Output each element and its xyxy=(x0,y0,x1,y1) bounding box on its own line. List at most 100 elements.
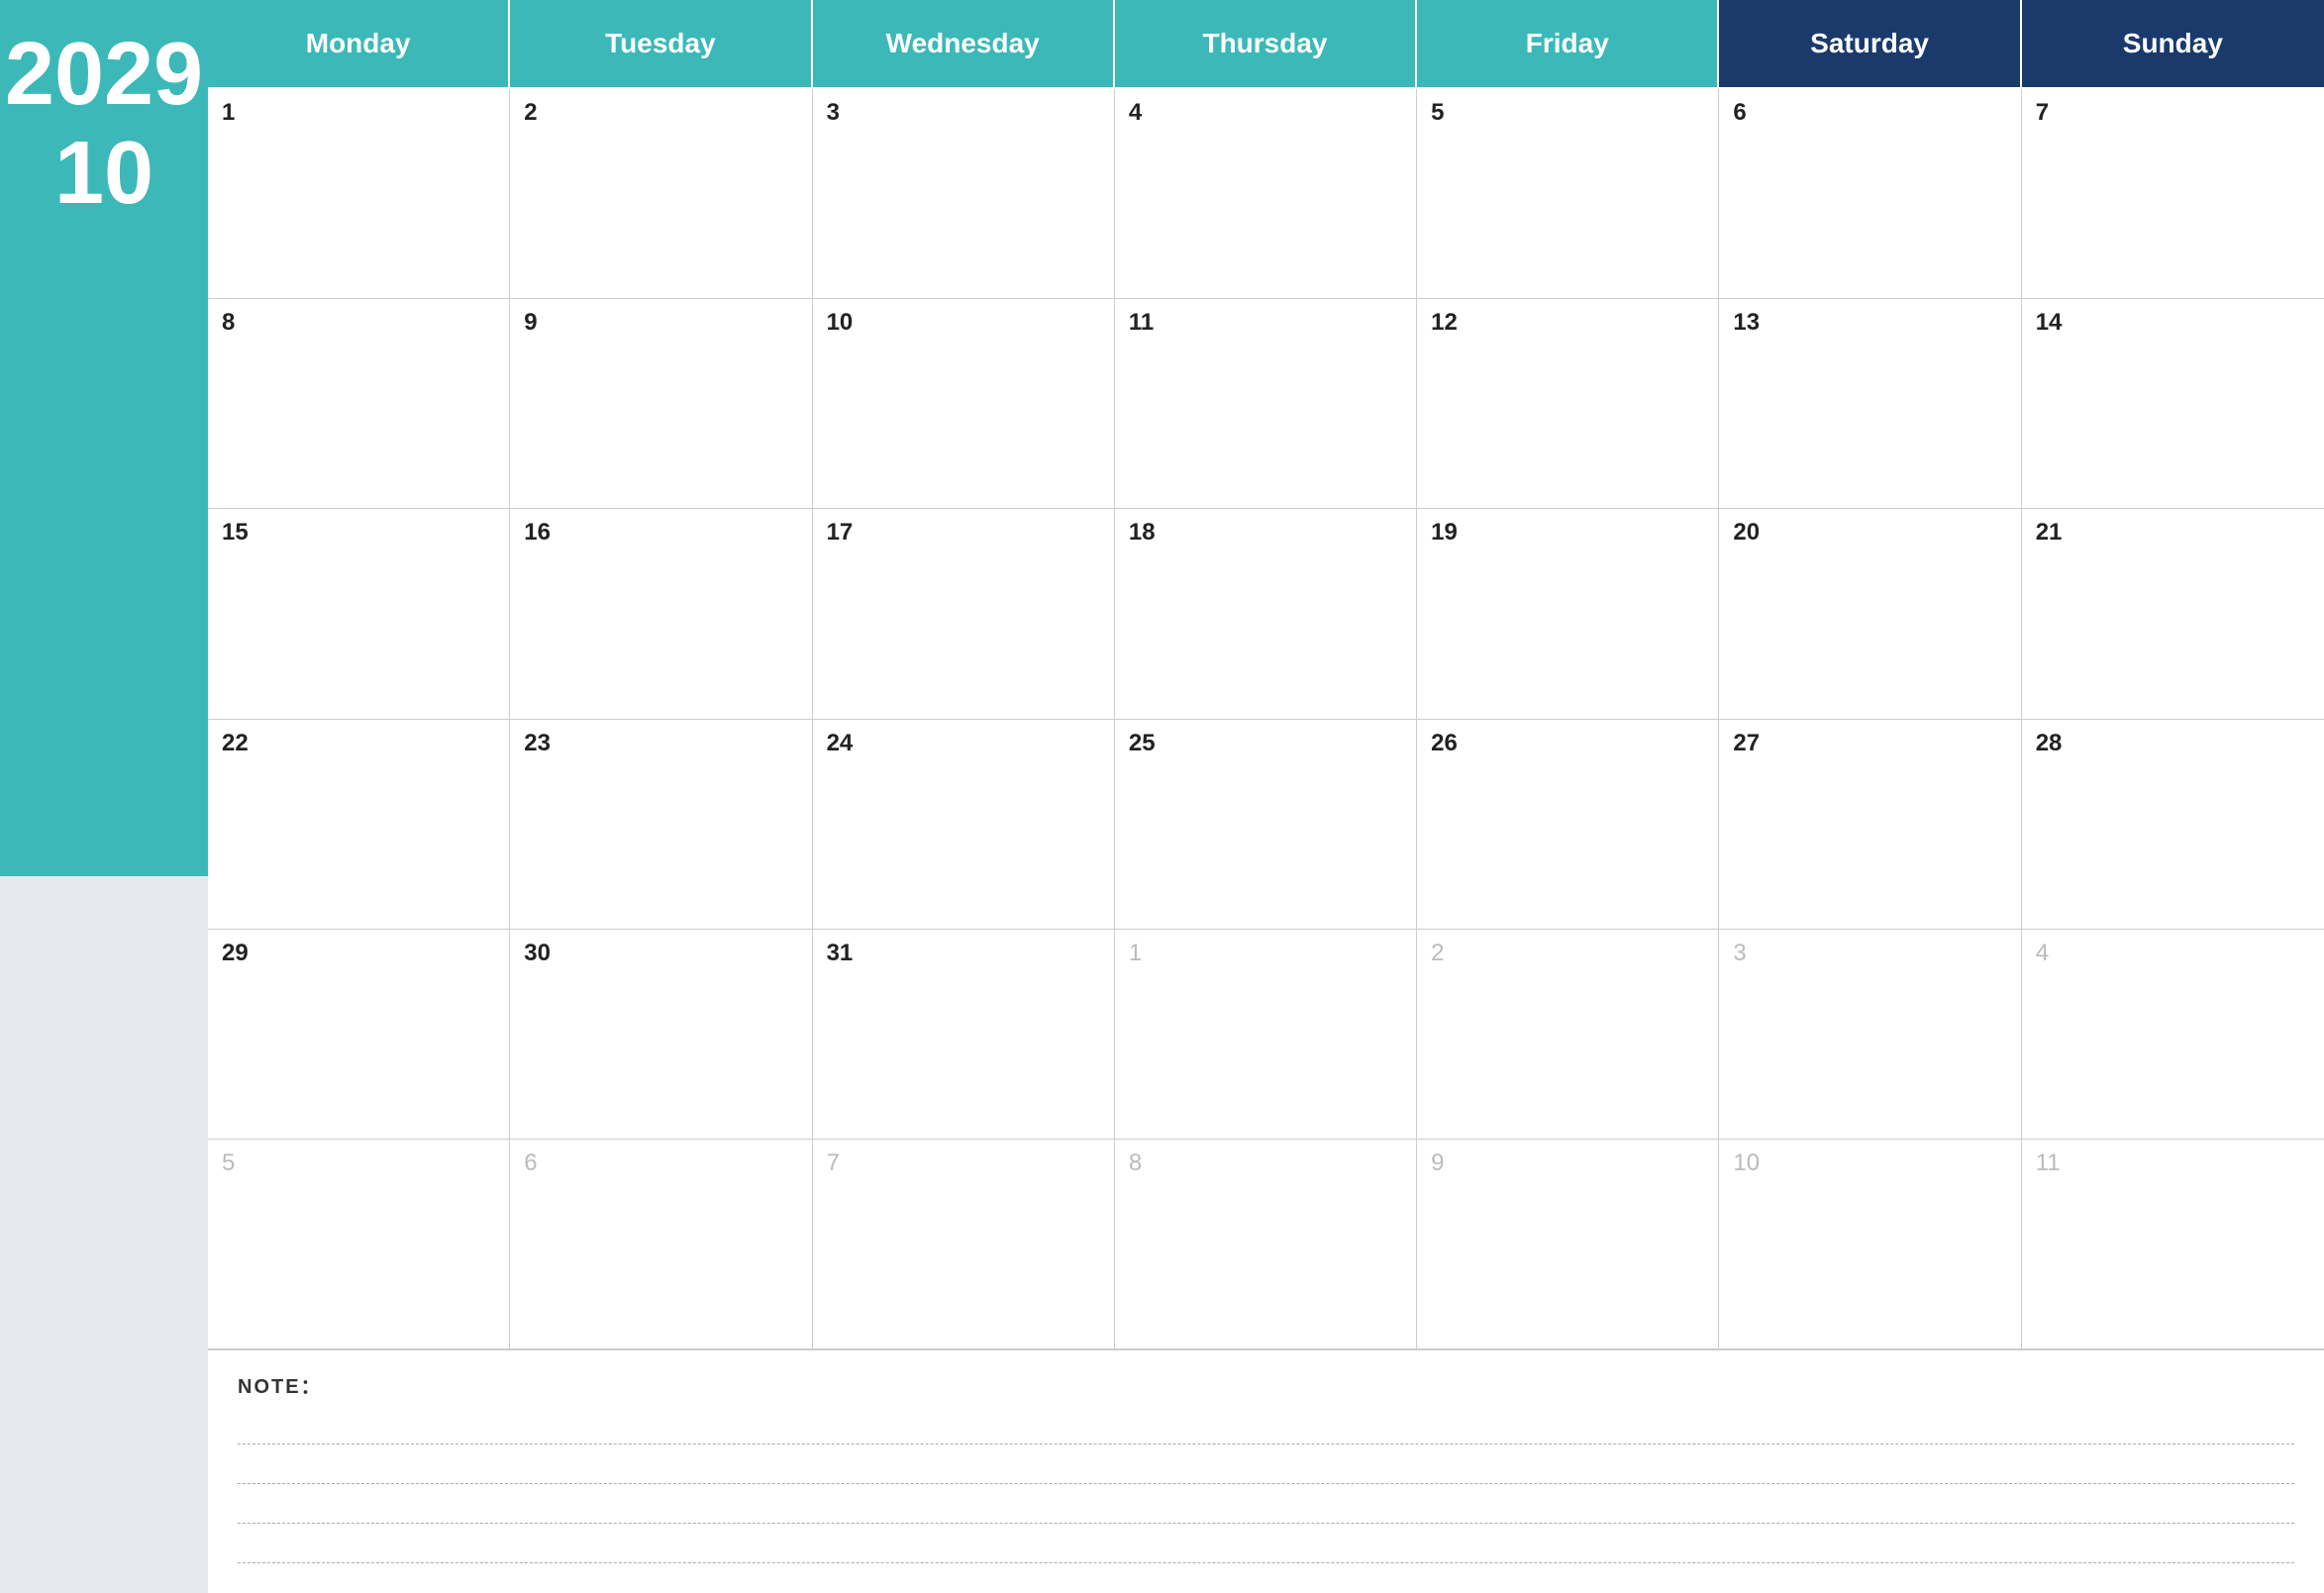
day-cell[interactable]: 20 xyxy=(1719,509,2021,719)
year-label: 2029 xyxy=(5,30,203,119)
day-number: 30 xyxy=(524,940,797,967)
day-cell[interactable]: 1 xyxy=(1115,930,1417,1140)
calendar-grid: MondayTuesdayWednesdayThursdayFridaySatu… xyxy=(208,0,2324,1349)
note-line[interactable] xyxy=(238,1526,2294,1563)
day-number: 25 xyxy=(1129,730,1402,757)
day-number: 27 xyxy=(1733,730,2006,757)
day-cell[interactable]: 26 xyxy=(1417,720,1719,930)
day-cell[interactable]: 4 xyxy=(1115,89,1417,299)
day-number: 10 xyxy=(1733,1149,2006,1177)
sidebar: 2029 10 October xyxy=(0,0,208,1593)
header-cell-wed: Wednesday xyxy=(813,0,1115,89)
day-cell[interactable]: 23 xyxy=(510,720,812,930)
day-cell[interactable]: 16 xyxy=(510,509,812,719)
day-number: 8 xyxy=(1129,1149,1402,1177)
day-number: 5 xyxy=(1431,99,1704,127)
day-cell[interactable]: 8 xyxy=(208,299,510,509)
day-cell[interactable]: 11 xyxy=(1115,299,1417,509)
month-number-label: 10 xyxy=(54,129,153,218)
day-number: 12 xyxy=(1431,309,1704,337)
day-cell[interactable]: 17 xyxy=(813,509,1115,719)
day-number: 24 xyxy=(827,730,1100,757)
day-cell[interactable]: 22 xyxy=(208,720,510,930)
day-cell[interactable]: 6 xyxy=(510,1140,812,1349)
day-number: 21 xyxy=(2036,519,2310,547)
day-cell[interactable]: 30 xyxy=(510,930,812,1140)
day-cell[interactable]: 14 xyxy=(2022,299,2324,509)
day-cell[interactable]: 11 xyxy=(2022,1140,2324,1349)
header-cell-sat: Saturday xyxy=(1719,0,2021,89)
note-lines xyxy=(238,1407,2294,1563)
day-number: 2 xyxy=(524,99,797,127)
day-cell[interactable]: 28 xyxy=(2022,720,2324,930)
day-number: 13 xyxy=(1733,309,2006,337)
header-cell-thu: Thursday xyxy=(1115,0,1417,89)
day-number: 19 xyxy=(1431,519,1704,547)
day-number: 26 xyxy=(1431,730,1704,757)
day-number: 20 xyxy=(1733,519,2006,547)
day-cell[interactable]: 3 xyxy=(813,89,1115,299)
day-cell[interactable]: 6 xyxy=(1719,89,2021,299)
day-cell[interactable]: 21 xyxy=(2022,509,2324,719)
day-number: 6 xyxy=(1733,99,2006,127)
header-cell-fri: Friday xyxy=(1417,0,1719,89)
day-cell[interactable]: 4 xyxy=(2022,930,2324,1140)
main-content: MondayTuesdayWednesdayThursdayFridaySatu… xyxy=(208,0,2324,1593)
day-cell[interactable]: 19 xyxy=(1417,509,1719,719)
day-cell[interactable]: 9 xyxy=(1417,1140,1719,1349)
day-cell[interactable]: 7 xyxy=(813,1140,1115,1349)
day-cell[interactable]: 18 xyxy=(1115,509,1417,719)
day-number: 1 xyxy=(1129,940,1402,967)
day-cell[interactable]: 2 xyxy=(1417,930,1719,1140)
day-cell[interactable]: 25 xyxy=(1115,720,1417,930)
day-number: 4 xyxy=(1129,99,1402,127)
day-number: 14 xyxy=(2036,309,2310,337)
day-number: 15 xyxy=(222,519,495,547)
header-cell-tue: Tuesday xyxy=(510,0,812,89)
day-number: 22 xyxy=(222,730,495,757)
header-cell-sun: Sunday xyxy=(2022,0,2324,89)
day-number: 11 xyxy=(2036,1149,2310,1177)
day-cell[interactable]: 13 xyxy=(1719,299,2021,509)
day-number: 9 xyxy=(1431,1149,1704,1177)
day-number: 23 xyxy=(524,730,797,757)
header-row: MondayTuesdayWednesdayThursdayFridaySatu… xyxy=(208,0,2324,89)
day-cell[interactable]: 27 xyxy=(1719,720,2021,930)
day-number: 9 xyxy=(524,309,797,337)
day-cell[interactable]: 5 xyxy=(1417,89,1719,299)
day-cell[interactable]: 5 xyxy=(208,1140,510,1349)
day-cell[interactable]: 12 xyxy=(1417,299,1719,509)
day-number: 5 xyxy=(222,1149,495,1177)
days-grid: 1234567891011121314151617181920212223242… xyxy=(208,89,2324,1349)
note-line[interactable] xyxy=(238,1407,2294,1444)
day-number: 8 xyxy=(222,309,495,337)
notes-section: NOTE： xyxy=(208,1349,2324,1593)
day-cell[interactable]: 9 xyxy=(510,299,812,509)
day-number: 29 xyxy=(222,940,495,967)
day-cell[interactable]: 2 xyxy=(510,89,812,299)
day-number: 7 xyxy=(2036,99,2310,127)
note-label: NOTE： xyxy=(238,1370,2294,1399)
day-number: 2 xyxy=(1431,940,1704,967)
day-cell[interactable]: 10 xyxy=(813,299,1115,509)
day-number: 18 xyxy=(1129,519,1402,547)
day-cell[interactable]: 7 xyxy=(2022,89,2324,299)
day-cell[interactable]: 10 xyxy=(1719,1140,2021,1349)
day-cell[interactable]: 29 xyxy=(208,930,510,1140)
day-cell[interactable]: 8 xyxy=(1115,1140,1417,1349)
day-cell[interactable]: 1 xyxy=(208,89,510,299)
note-line[interactable] xyxy=(238,1486,2294,1524)
day-number: 6 xyxy=(524,1149,797,1177)
day-cell[interactable]: 31 xyxy=(813,930,1115,1140)
day-number: 16 xyxy=(524,519,797,547)
day-cell[interactable]: 3 xyxy=(1719,930,2021,1140)
calendar-container: 2029 10 October MondayTuesdayWednesdayTh… xyxy=(0,0,2324,1593)
day-cell[interactable]: 24 xyxy=(813,720,1115,930)
day-number: 28 xyxy=(2036,730,2310,757)
day-number: 11 xyxy=(1129,309,1402,337)
month-name-label: October xyxy=(5,277,202,337)
note-line[interactable] xyxy=(238,1446,2294,1484)
header-cell-mon: Monday xyxy=(208,0,510,89)
day-cell[interactable]: 15 xyxy=(208,509,510,719)
day-number: 7 xyxy=(827,1149,1100,1177)
